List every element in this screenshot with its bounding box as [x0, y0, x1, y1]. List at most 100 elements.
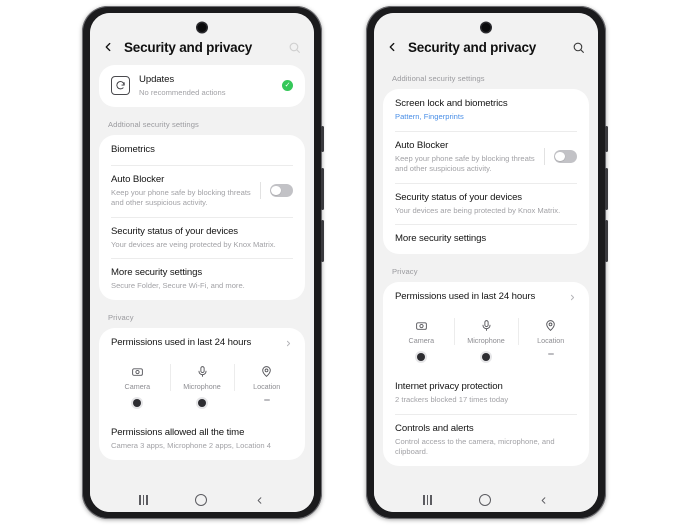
page-title: Security and privacy [124, 39, 253, 55]
row-controls-and-alerts[interactable]: Controls and alerts Control access to th… [383, 414, 589, 466]
row-screen-lock-biometrics[interactable]: Screen lock and biometrics Pattern, Fing… [383, 89, 589, 131]
row-security-status-text: Security status of your devices Your dev… [111, 226, 293, 250]
row-more-security-settings[interactable]: More security settings Secure Folder, Se… [99, 258, 305, 300]
permission-microphone-indicator [198, 399, 206, 408]
row-permissions-allowed[interactable]: Permissions allowed all the time Camera … [99, 418, 305, 460]
row-auto-blocker-text: Auto Blocker Keep your phone safe by blo… [395, 140, 535, 174]
row-auto-blocker-title: Auto Blocker [395, 139, 449, 151]
updates-subtitle: No recommended actions [139, 87, 226, 97]
side-button-volume-down[interactable] [321, 168, 324, 210]
location-pin-icon [543, 318, 558, 333]
permission-location-indicator [547, 353, 554, 355]
toggle-knob [271, 185, 281, 196]
row-security-status[interactable]: Security status of your devices Your dev… [383, 182, 589, 225]
side-button-power[interactable] [321, 220, 324, 262]
row-auto-blocker-text: Auto Blocker Keep your phone safe by blo… [111, 174, 251, 208]
row-permissions-used-text: Permissions used in last 24 hours [111, 337, 274, 349]
updates-row[interactable]: Updates No recommended actions ✓ [99, 65, 305, 107]
row-biometrics-text: Biometrics [111, 144, 293, 156]
back-chevron-icon[interactable] [384, 39, 400, 55]
row-security-status-subtitle: Your devices are being protected by Knox… [395, 205, 561, 215]
security-settings-card: Biometrics Auto Blocker Keep your phone … [99, 134, 305, 301]
permission-location-label: Location [537, 336, 565, 346]
row-security-status-subtitle: Your devices are veing protected by Knox… [111, 239, 276, 249]
privacy-card: Permissions used in last 24 hours Camera… [383, 282, 589, 466]
side-button-volume-up[interactable] [605, 126, 608, 152]
side-button-power[interactable] [605, 220, 608, 262]
recents-icon[interactable] [423, 495, 432, 505]
phone-screen-bezel-right: Security and privacy Additional security… [374, 13, 598, 512]
permission-microphone[interactable]: Microphone [453, 316, 519, 363]
row-security-status-title: Security status of your devices [395, 191, 523, 203]
home-icon[interactable] [478, 494, 491, 506]
section-label-privacy: Privacy [108, 313, 134, 323]
microphone-icon [195, 364, 210, 379]
home-icon[interactable] [194, 494, 207, 506]
recents-icon[interactable] [139, 495, 148, 505]
settings-scroll-area[interactable]: Updates No recommended actions ✓ Addtion… [90, 65, 314, 488]
settings-scroll-area[interactable]: Additional security settings Screen lock… [374, 65, 598, 488]
phone-screen-bezel-left: Security and privacy Updates No recommen… [90, 13, 314, 512]
row-screen-lock-subtitle: Pattern, Fingerprints [395, 111, 464, 121]
permission-location-indicator [263, 399, 270, 401]
row-more-security-text: More security settings [395, 233, 577, 245]
row-more-security-title: More security settings [111, 267, 203, 279]
row-permissions-used[interactable]: Permissions used in last 24 hours [383, 282, 589, 312]
permission-camera-indicator [133, 399, 142, 408]
permission-microphone[interactable]: Microphone [169, 362, 235, 409]
app-bar: Security and privacy [374, 13, 598, 65]
row-more-security-subtitle: Secure Folder, Secure Wi-Fi, and more. [111, 281, 245, 291]
settings-screen-left: Security and privacy Updates No recommen… [90, 13, 314, 512]
row-internet-privacy-title: Internet privacy protection [395, 381, 503, 393]
back-icon[interactable] [538, 495, 549, 506]
updates-title: Updates [139, 74, 175, 85]
update-icon [111, 76, 130, 96]
row-permissions-allowed-title: Permissions allowed all the time [111, 427, 245, 439]
permission-location[interactable]: Location [518, 316, 583, 363]
row-internet-privacy-protection[interactable]: Internet privacy protection 2 trackers b… [383, 372, 589, 414]
auto-blocker-toggle[interactable] [270, 184, 293, 197]
side-button-volume-up[interactable] [321, 126, 324, 152]
row-controls-alerts-title: Controls and alerts [395, 423, 474, 435]
permission-camera[interactable]: Camera [389, 316, 454, 363]
permissions-grid: Camera Microphone Location [383, 312, 589, 372]
settings-screen-right: Security and privacy Additional security… [374, 13, 598, 512]
system-navigation-bar [374, 488, 598, 512]
side-button-volume-down[interactable] [605, 168, 608, 210]
phone-device-left: Security and privacy Updates No recommen… [82, 6, 324, 519]
row-biometrics-title: Biometrics [111, 143, 155, 155]
search-icon[interactable] [286, 39, 302, 55]
security-settings-card: Screen lock and biometrics Pattern, Fing… [383, 89, 589, 255]
row-controls-alerts-text: Controls and alerts Control access to th… [395, 423, 577, 457]
phone-device-right: Security and privacy Additional security… [366, 6, 608, 519]
back-icon[interactable] [254, 495, 265, 506]
row-biometrics[interactable]: Biometrics [99, 135, 305, 165]
app-bar: Security and privacy [90, 13, 314, 65]
search-icon[interactable] [570, 39, 586, 55]
permission-camera-indicator [417, 353, 426, 362]
row-auto-blocker[interactable]: Auto Blocker Keep your phone safe by blo… [383, 130, 589, 183]
chevron-right-icon[interactable] [567, 292, 577, 302]
row-more-security-settings[interactable]: More security settings [383, 224, 589, 254]
row-internet-privacy-text: Internet privacy protection 2 trackers b… [395, 381, 577, 405]
page-title: Security and privacy [408, 39, 537, 55]
row-internet-privacy-subtitle: 2 trackers blocked 17 times today [395, 395, 509, 405]
row-security-status[interactable]: Security status of your devices Your dev… [99, 216, 305, 259]
chevron-right-icon[interactable] [283, 338, 293, 348]
camera-icon [414, 318, 429, 333]
row-permissions-used[interactable]: Permissions used in last 24 hours [99, 328, 305, 358]
auto-blocker-toggle[interactable] [554, 150, 577, 163]
row-security-status-text: Security status of your devices Your dev… [395, 192, 577, 216]
section-label-additional-security: Additional security settings [392, 74, 485, 83]
screenshot-stage: Security and privacy Updates No recommen… [0, 0, 700, 525]
row-more-security-text: More security settings Secure Folder, Se… [111, 267, 293, 291]
back-chevron-icon[interactable] [100, 39, 116, 55]
row-auto-blocker[interactable]: Auto Blocker Keep your phone safe by blo… [99, 164, 305, 217]
microphone-icon [479, 318, 494, 333]
row-permissions-allowed-subtitle: Camera 3 apps, Microphone 2 apps, Locati… [111, 441, 271, 451]
permission-location[interactable]: Location [234, 362, 299, 409]
system-navigation-bar [90, 488, 314, 512]
auto-blocker-toggle-wrap [260, 182, 293, 200]
permission-camera[interactable]: Camera [105, 362, 170, 409]
permission-camera-label: Camera [408, 336, 435, 346]
